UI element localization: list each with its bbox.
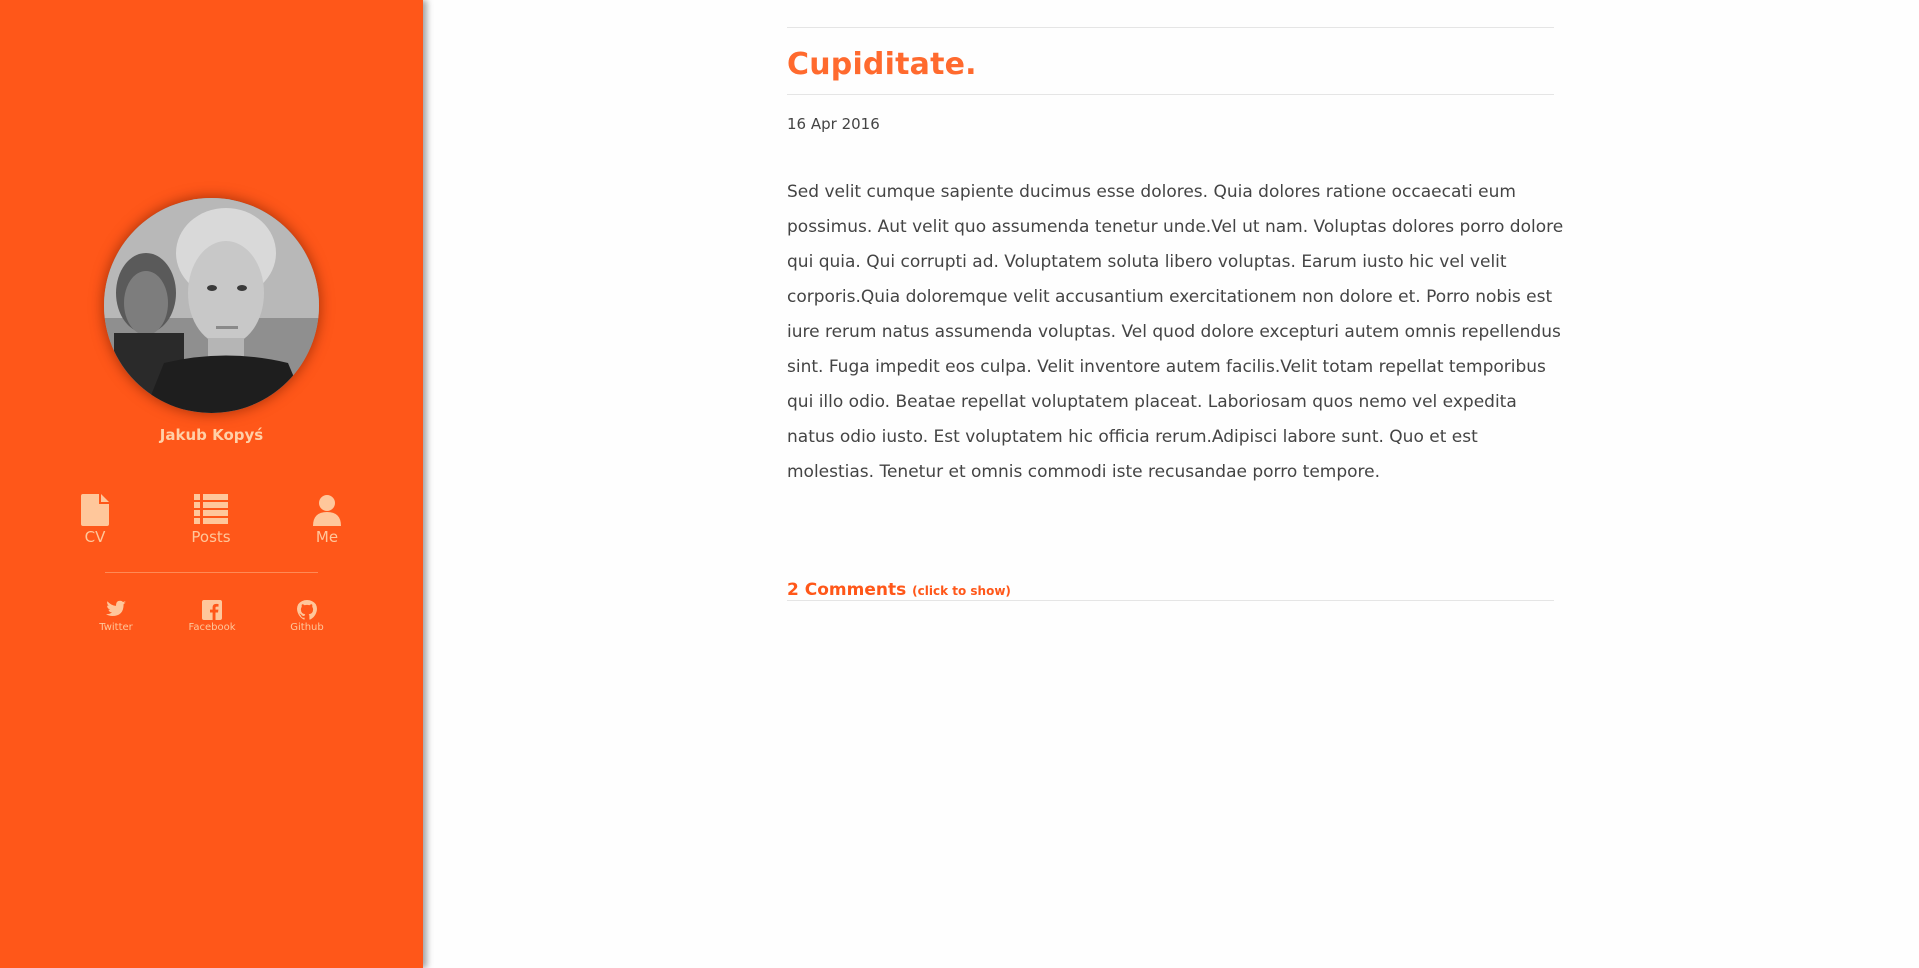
user-icon xyxy=(277,494,377,526)
author-name: Jakub Kopyś xyxy=(159,426,264,444)
comments-hint: (click to show) xyxy=(912,584,1011,598)
social-twitter-link[interactable]: Twitter xyxy=(76,600,156,633)
nav-cv-link[interactable]: CV xyxy=(45,494,145,546)
title-bottom-divider xyxy=(787,94,1554,95)
social-github-link[interactable]: Github xyxy=(267,600,347,633)
nav-posts-link[interactable]: Posts xyxy=(161,494,261,546)
comments-toggle[interactable]: 2 Comments (click to show) xyxy=(787,580,1011,600)
comments-divider xyxy=(787,600,1554,601)
social-github-label: Github xyxy=(290,622,324,633)
github-icon xyxy=(267,600,347,620)
post-date: 16 Apr 2016 xyxy=(787,115,880,133)
social-facebook-label: Facebook xyxy=(188,622,236,633)
post-content: Cupiditate. 16 Apr 2016 Sed velit cumque… xyxy=(787,0,1563,602)
file-icon xyxy=(45,494,145,526)
comments-count: 2 Comments xyxy=(787,580,907,600)
nav-me-label: Me xyxy=(315,528,339,546)
social-twitter-label: Twitter xyxy=(99,622,133,633)
avatar xyxy=(104,198,319,413)
title-top-divider xyxy=(787,27,1554,28)
facebook-icon xyxy=(172,600,252,620)
nav-me-link[interactable]: Me xyxy=(277,494,377,546)
nav-divider xyxy=(105,572,318,573)
social-facebook-link[interactable]: Facebook xyxy=(172,600,252,633)
nav-cv-label: CV xyxy=(84,528,106,546)
sidebar: Jakub Kopyś CV Posts Me Twitter Facebook xyxy=(0,0,423,968)
twitter-icon xyxy=(76,600,156,620)
nav-posts-label: Posts xyxy=(191,528,231,546)
list-icon xyxy=(161,494,261,526)
comments-section: 2 Comments (click to show) xyxy=(787,580,1554,602)
post-title: Cupiditate. xyxy=(787,47,977,82)
avatar-photo xyxy=(104,198,319,413)
post-body: Sed velit cumque sapiente ducimus esse d… xyxy=(787,182,1564,482)
